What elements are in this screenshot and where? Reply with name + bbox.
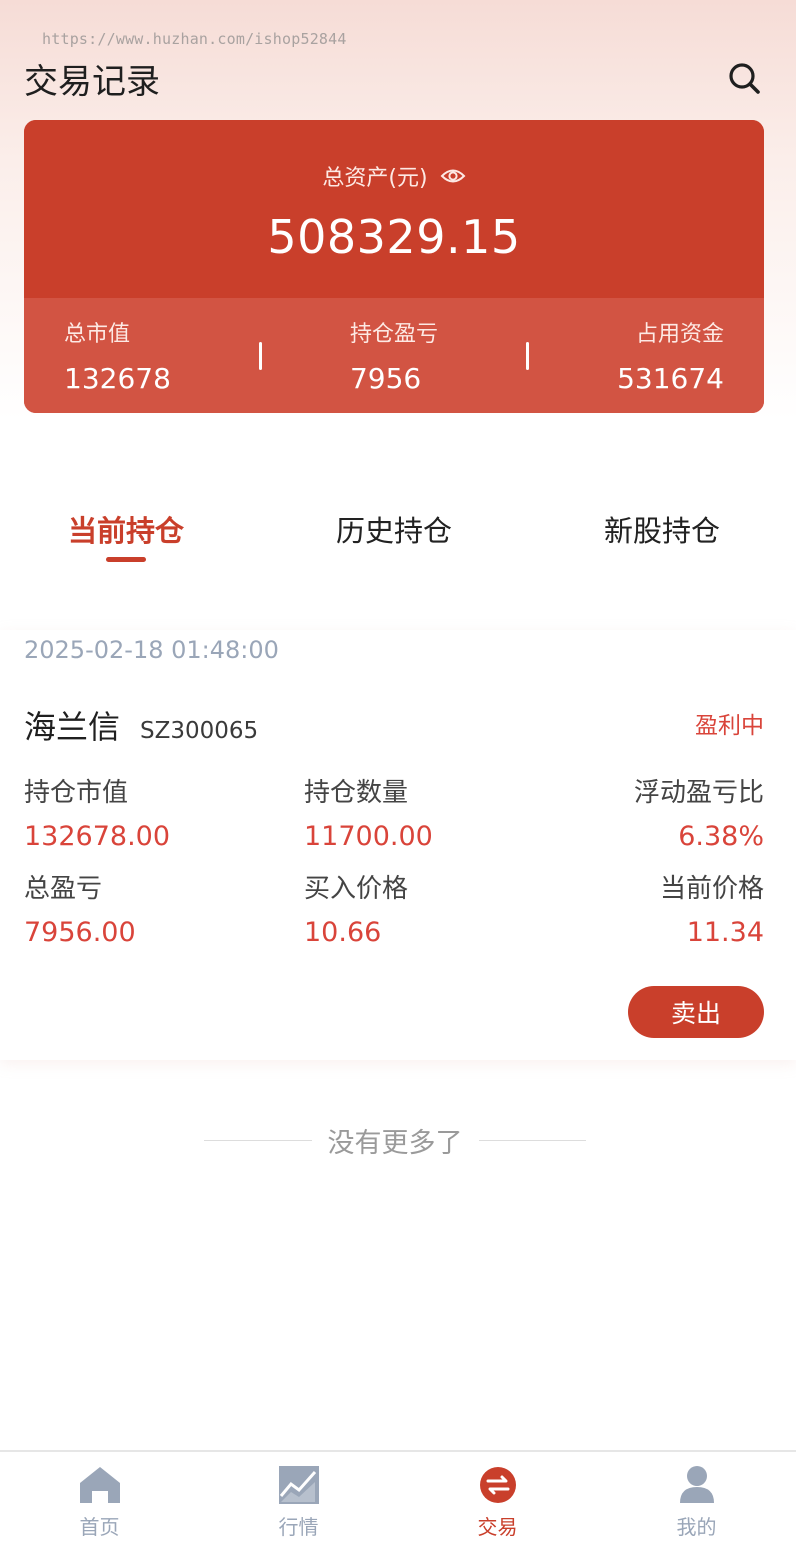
stat-divider <box>258 341 262 370</box>
position-card[interactable]: 2025-02-18 01:48:00 海兰信 SZ300065 盈利中 持仓市… <box>0 630 796 1060</box>
stat-label: 总市值 <box>64 322 131 347</box>
tab-hit-area <box>68 508 184 562</box>
page-title: 交易记录 <box>24 61 160 102</box>
home-icon <box>78 1463 122 1507</box>
tab-ipo-positions[interactable]: 新股持仓 <box>604 508 720 568</box>
field-label: 持仓市值 <box>24 778 129 808</box>
sell-button[interactable]: 卖出 <box>628 986 764 1038</box>
chart-icon <box>277 1463 321 1507</box>
stat-position-pnl: 持仓盈亏 7956 <box>350 316 438 395</box>
search-button[interactable] <box>724 58 764 98</box>
eye-icon[interactable] <box>440 166 466 186</box>
watermark-text: https://www.huzhan.com/ishop52844 <box>42 30 347 48</box>
status-badge: 盈利中 <box>695 713 764 739</box>
tab-active-indicator <box>106 557 146 562</box>
user-icon <box>675 1463 719 1507</box>
field-quantity: 持仓数量 11700.00 <box>304 772 634 852</box>
field-market-value: 持仓市值 132678.00 <box>24 772 304 852</box>
header: 交易记录 <box>24 56 764 102</box>
position-date: 2025-02-18 01:48:00 <box>24 636 279 664</box>
tab-history-positions[interactable]: 历史持仓 <box>336 508 452 568</box>
page: https://www.huzhan.com/ishop52844 交易记录 总… <box>0 0 796 1550</box>
field-total-pnl: 总盈亏 7956.00 <box>24 868 304 948</box>
stat-value: 7956 <box>349 362 422 395</box>
stat-divider <box>526 341 530 370</box>
tabbar-item-home[interactable]: 首页 <box>0 1463 199 1540</box>
field-label: 总盈亏 <box>24 874 103 904</box>
field-value: 132678.00 <box>24 821 171 852</box>
stat-value: 531674 <box>617 362 724 395</box>
asset-stats: 总市值 132678 持仓盈亏 7956 占用资金 531674 <box>24 298 764 413</box>
field-label: 当前价格 <box>659 874 764 904</box>
stock-info: 海兰信 SZ300065 <box>24 702 258 748</box>
tab-label: 新股持仓 <box>603 514 720 548</box>
tab-current-positions[interactable]: 当前持仓 <box>68 508 184 568</box>
tabbar-item-market[interactable]: 行情 <box>199 1463 398 1540</box>
divider-line <box>478 1139 586 1141</box>
tabbar-label: 我的 <box>676 1514 717 1539</box>
field-value: 6.38% <box>678 821 764 852</box>
stat-label: 持仓盈亏 <box>349 322 438 347</box>
tabbar-item-trade[interactable]: 交易 <box>398 1463 597 1540</box>
field-value: 10.66 <box>304 917 382 948</box>
tabbar-item-mine[interactable]: 我的 <box>597 1463 796 1540</box>
total-assets-label: 总资产(元) <box>322 166 428 191</box>
tab-label: 历史持仓 <box>335 514 452 548</box>
exchange-icon <box>476 1463 520 1507</box>
position-fields: 持仓市值 132678.00 持仓数量 11700.00 浮动盈亏比 6.38%… <box>24 772 764 948</box>
field-floating-pnl-ratio: 浮动盈亏比 6.38% <box>634 772 764 852</box>
stat-value: 132678 <box>64 362 171 395</box>
tabbar-label: 行情 <box>278 1514 319 1539</box>
total-assets-value: 508329.15 <box>267 210 521 264</box>
field-label: 浮动盈亏比 <box>633 778 764 808</box>
field-buy-price: 买入价格 10.66 <box>304 868 634 948</box>
bottom-tabbar: 首页 行情 交易 我的 <box>0 1450 796 1550</box>
field-value: 7956.00 <box>24 917 136 948</box>
stock-name: 海兰信 <box>24 708 121 746</box>
stat-label: 占用资金 <box>635 322 724 347</box>
tabbar-label: 交易 <box>477 1514 518 1539</box>
field-label: 持仓数量 <box>304 778 409 808</box>
field-current-price: 当前价格 11.34 <box>634 868 764 948</box>
field-value: 11.34 <box>686 917 764 948</box>
stat-market-value: 总市值 132678 <box>64 316 171 395</box>
no-more-text: 没有更多了 <box>327 1127 463 1159</box>
total-assets-label-row: 总资产(元) <box>24 120 764 192</box>
stat-occupied-funds: 占用资金 531674 <box>617 316 724 395</box>
field-value: 11700.00 <box>304 821 433 852</box>
asset-card: 总资产(元) 508329.15 总市值 132678 持仓盈亏 7956 占用… <box>24 120 764 413</box>
tabbar-label: 首页 <box>79 1514 120 1539</box>
asset-summary: 总资产(元) 508329.15 <box>24 120 764 298</box>
position-tabs: 当前持仓 历史持仓 新股持仓 <box>0 508 796 568</box>
no-more-indicator: 没有更多了 <box>204 1120 586 1160</box>
divider-line <box>204 1139 312 1141</box>
search-icon <box>729 63 760 94</box>
field-label: 买入价格 <box>304 874 409 904</box>
stock-code: SZ300065 <box>140 718 259 744</box>
